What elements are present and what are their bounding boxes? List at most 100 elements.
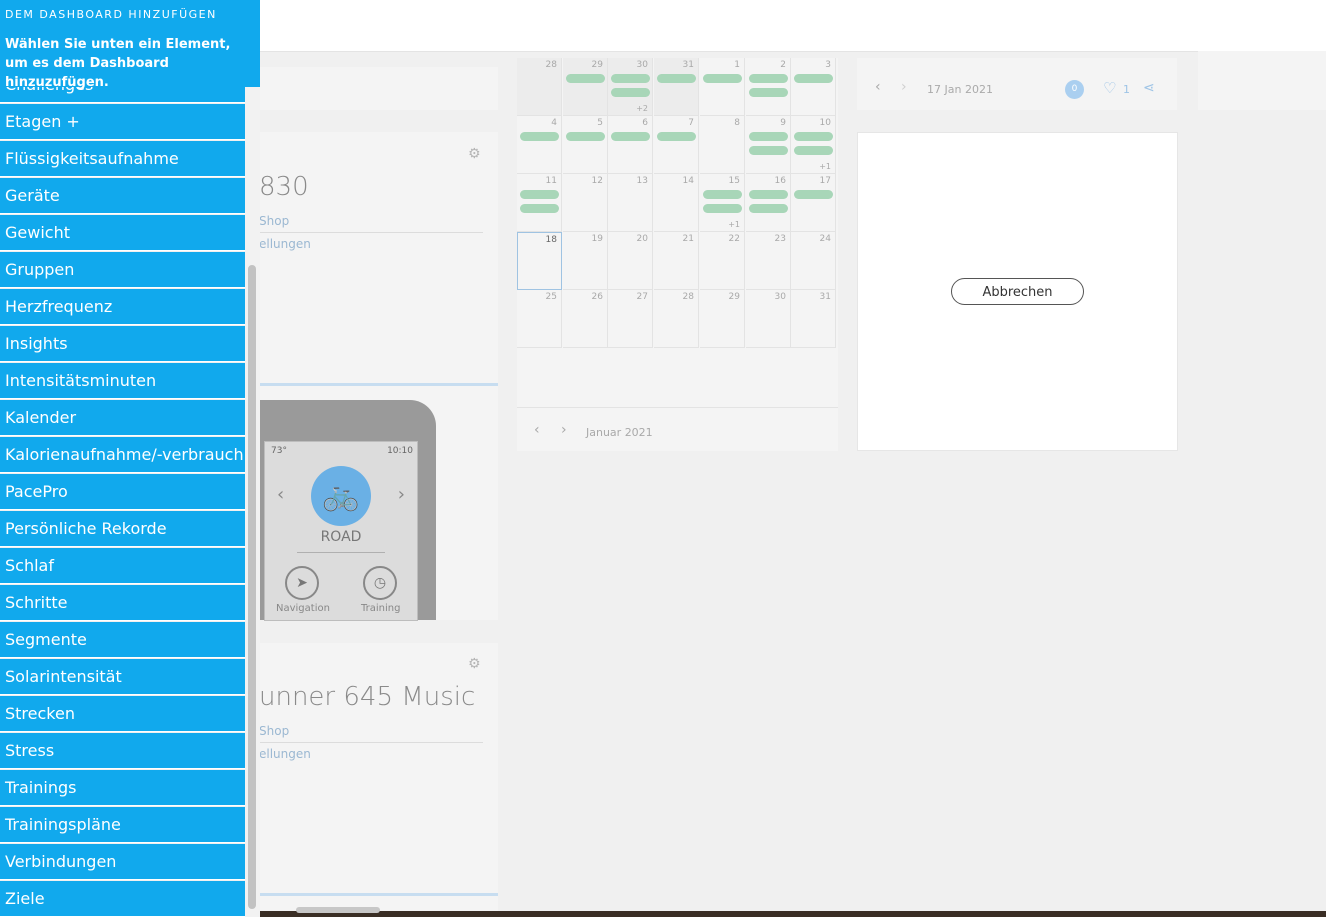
calendar-day[interactable]: 12: [563, 174, 608, 232]
calendar-event[interactable]: [749, 146, 788, 155]
calendar-event[interactable]: [749, 190, 788, 199]
calendar-event[interactable]: [520, 190, 559, 199]
calendar-event[interactable]: [566, 132, 605, 141]
calendar-day[interactable]: 2: [746, 58, 791, 116]
settings-link[interactable]: ellungen: [259, 747, 311, 761]
menu-item[interactable]: Geräte: [0, 178, 245, 214]
menu-item[interactable]: Schritte: [0, 585, 245, 621]
calendar-day[interactable]: 20: [608, 232, 653, 290]
calendar-day[interactable]: 16: [746, 174, 791, 232]
calendar-event[interactable]: [749, 88, 788, 97]
calendar-day-today[interactable]: 18: [517, 232, 562, 290]
menu-item[interactable]: Flüssigkeitsaufnahme: [0, 141, 245, 177]
menu-item[interactable]: Persönliche Rekorde: [0, 511, 245, 547]
menu-item[interactable]: Segmente: [0, 622, 245, 658]
calendar-day[interactable]: 28: [517, 58, 562, 116]
chevron-left-icon[interactable]: ‹: [875, 79, 881, 95]
scrollbar-thumb[interactable]: [248, 265, 256, 909]
calendar-day[interactable]: 21: [654, 232, 699, 290]
cancel-button[interactable]: Abbrechen: [951, 278, 1084, 305]
calendar-day[interactable]: 5: [563, 116, 608, 174]
calendar-day[interactable]: 19: [563, 232, 608, 290]
calendar-day[interactable]: 11: [517, 174, 562, 232]
calendar-event[interactable]: [566, 74, 605, 83]
share-icon[interactable]: ⋖: [1143, 80, 1155, 96]
calendar-day[interactable]: 22: [700, 232, 745, 290]
calendar-day[interactable]: 3: [791, 58, 836, 116]
calendar-event[interactable]: [794, 74, 833, 83]
calendar-day[interactable]: 26: [563, 290, 608, 348]
calendar-event[interactable]: [794, 190, 833, 199]
calendar-event[interactable]: [657, 74, 696, 83]
calendar-more-events[interactable]: +2: [636, 104, 648, 113]
menu-item[interactable]: Trainings: [0, 770, 245, 806]
chevron-right-icon[interactable]: ›: [901, 79, 907, 95]
settings-link[interactable]: ellungen: [259, 237, 311, 251]
calendar-more-events[interactable]: +1: [728, 220, 740, 229]
comment-count-badge[interactable]: 0: [1065, 80, 1084, 99]
gear-icon[interactable]: ⚙: [468, 147, 482, 161]
heart-icon[interactable]: ♡: [1103, 79, 1116, 97]
calendar-day[interactable]: 24: [791, 232, 836, 290]
calendar-event[interactable]: [794, 132, 833, 141]
calendar-event[interactable]: [749, 132, 788, 141]
calendar-day[interactable]: 29: [700, 290, 745, 348]
calendar-day[interactable]: 1: [700, 58, 745, 116]
calendar-event[interactable]: [703, 74, 742, 83]
menu-item[interactable]: Intensitätsminuten: [0, 363, 245, 399]
menu-item[interactable]: Solarintensität: [0, 659, 245, 695]
menu-item[interactable]: Herzfrequenz: [0, 289, 245, 325]
menu-item[interactable]: Gewicht: [0, 215, 245, 251]
menu-item[interactable]: Gruppen: [0, 252, 245, 288]
shop-link[interactable]: Shop: [259, 724, 289, 738]
menu-scrollbar[interactable]: [245, 87, 260, 917]
calendar-day[interactable]: 25: [517, 290, 562, 348]
calendar-day[interactable]: 28: [654, 290, 699, 348]
calendar-day[interactable]: 4: [517, 116, 562, 174]
calendar-day[interactable]: 30: [746, 290, 791, 348]
calendar-day[interactable]: 13: [608, 174, 653, 232]
calendar-day[interactable]: 31: [791, 290, 836, 348]
menu-item[interactable]: Kalorienaufnahme/-verbrauch: [0, 437, 245, 473]
horizontal-scrollbar-thumb[interactable]: [296, 907, 380, 913]
menu-item[interactable]: Stress: [0, 733, 245, 769]
menu-item[interactable]: Trainingspläne: [0, 807, 245, 843]
menu-item[interactable]: Verbindungen: [0, 844, 245, 880]
menu-item[interactable]: Strecken: [0, 696, 245, 732]
calendar-day[interactable]: 29: [563, 58, 608, 116]
calendar-day[interactable]: 6: [608, 116, 653, 174]
calendar-event[interactable]: [657, 132, 696, 141]
chevron-left-icon[interactable]: ‹: [534, 422, 540, 438]
menu-item[interactable]: Kalender: [0, 400, 245, 436]
calendar-day[interactable]: 15 +1: [700, 174, 745, 232]
calendar-day[interactable]: 23: [746, 232, 791, 290]
calendar-event[interactable]: [749, 204, 788, 213]
calendar-event[interactable]: [703, 190, 742, 199]
calendar-more-events[interactable]: +1: [819, 162, 831, 171]
calendar-event[interactable]: [611, 74, 650, 83]
menu-item[interactable]: Ziele: [0, 881, 245, 917]
calendar-event[interactable]: [520, 204, 559, 213]
menu-item[interactable]: PacePro: [0, 474, 245, 510]
calendar-event[interactable]: [794, 146, 833, 155]
menu-item[interactable]: Etagen +: [0, 104, 245, 140]
gear-icon[interactable]: ⚙: [468, 657, 482, 671]
menu-item[interactable]: Schlaf: [0, 548, 245, 584]
menu-item[interactable]: Insights: [0, 326, 245, 362]
calendar-day[interactable]: 17: [791, 174, 836, 232]
calendar-day[interactable]: 10 +1: [791, 116, 836, 174]
calendar-event[interactable]: [749, 74, 788, 83]
calendar-event[interactable]: [611, 88, 650, 97]
calendar-day[interactable]: 7: [654, 116, 699, 174]
calendar-day[interactable]: 9: [746, 116, 791, 174]
calendar-day[interactable]: 8: [700, 116, 745, 174]
chevron-right-icon[interactable]: ›: [561, 422, 567, 438]
calendar-day[interactable]: 14: [654, 174, 699, 232]
calendar-day[interactable]: 27: [608, 290, 653, 348]
shop-link[interactable]: Shop: [259, 214, 289, 228]
calendar-day[interactable]: 30 +2: [608, 58, 653, 116]
calendar-event[interactable]: [703, 204, 742, 213]
calendar-event[interactable]: [520, 132, 559, 141]
calendar-day[interactable]: 31: [654, 58, 699, 116]
calendar-event[interactable]: [611, 132, 650, 141]
